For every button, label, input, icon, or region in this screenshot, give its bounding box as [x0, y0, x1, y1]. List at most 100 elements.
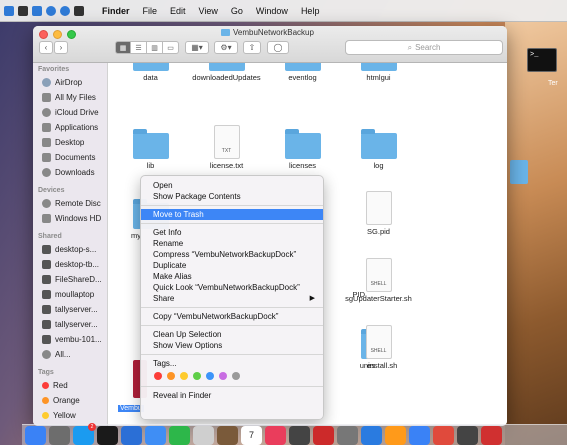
- sidebar-item-shared[interactable]: tallyserver...: [33, 317, 107, 332]
- back-button[interactable]: ‹: [39, 41, 53, 54]
- action-gear-button[interactable]: ⚙▾: [214, 41, 238, 54]
- app-store-icon[interactable]: 2: [73, 422, 96, 445]
- share-button[interactable]: ⇧: [243, 41, 261, 54]
- menu-item-tags[interactable]: Tags...: [141, 358, 323, 369]
- menu-item-rename[interactable]: Rename: [141, 238, 323, 249]
- sidebar-item-shared[interactable]: moullaptop: [33, 287, 107, 302]
- icon-view-button[interactable]: ▦: [115, 41, 131, 54]
- zoom-button[interactable]: [67, 30, 76, 39]
- blocked-app-icon[interactable]: [193, 425, 214, 445]
- sidebar-item-airdrop[interactable]: AirDrop: [33, 75, 107, 90]
- arrange-button[interactable]: ▦▾: [185, 41, 209, 54]
- file-item-downloaded-updates[interactable]: downloadedUpdates: [189, 63, 264, 83]
- launchpad-icon[interactable]: [49, 425, 70, 445]
- menu-item-move-to-trash[interactable]: Move to Trash: [141, 209, 323, 220]
- contacts-icon[interactable]: [217, 425, 238, 445]
- xcode-icon[interactable]: [409, 425, 430, 445]
- sidebar-item-shared[interactable]: tallyserver...: [33, 302, 107, 317]
- sidebar-tag-orange[interactable]: Orange: [33, 393, 107, 408]
- info-icon[interactable]: [46, 5, 56, 16]
- file-item-eventlog[interactable]: eventlog: [265, 63, 340, 83]
- sidebar-item-shared[interactable]: desktop-tb...: [33, 257, 107, 272]
- facetime-icon[interactable]: [169, 425, 190, 445]
- file-item-log[interactable]: log: [341, 129, 416, 171]
- app-icon[interactable]: [4, 5, 14, 16]
- menu-item-open[interactable]: Open: [141, 180, 323, 191]
- tags-button[interactable]: ◯: [267, 41, 289, 54]
- file-item-data[interactable]: data: [113, 63, 188, 83]
- tag-blue-button[interactable]: [206, 372, 214, 380]
- menu-item-duplicate[interactable]: Duplicate: [141, 260, 323, 271]
- column-view-button[interactable]: ▥: [147, 41, 163, 54]
- sidebar-item-desktop[interactable]: Desktop: [33, 135, 107, 150]
- sidebar-item-icloud[interactable]: iCloud Drive: [33, 105, 107, 120]
- activity-monitor-icon[interactable]: [97, 425, 118, 445]
- finder-icon[interactable]: [25, 425, 46, 445]
- menu-item-make-alias[interactable]: Make Alias: [141, 271, 323, 282]
- gallery-view-button[interactable]: ▭: [163, 41, 179, 54]
- app-icon[interactable]: [74, 5, 84, 16]
- tag-green-button[interactable]: [193, 372, 201, 380]
- sidebar-item-all-files[interactable]: All My Files: [33, 90, 107, 105]
- file-item-licenses[interactable]: licenses: [265, 129, 340, 171]
- search-input[interactable]: ⌕ Search: [345, 40, 503, 55]
- menu-item-compress[interactable]: Compress “VembuNetworkBackupDock”: [141, 249, 323, 260]
- tag-purple-button[interactable]: [219, 372, 227, 380]
- menu-view[interactable]: View: [199, 6, 218, 16]
- file-item-license[interactable]: TXT license.txt: [189, 125, 264, 171]
- tag-yellow-button[interactable]: [180, 372, 188, 380]
- menu-item-quick-look[interactable]: Quick Look “VembuNetworkBackupDock”: [141, 282, 323, 293]
- tag-orange-button[interactable]: [167, 372, 175, 380]
- music-icon[interactable]: [265, 425, 286, 445]
- app-icon[interactable]: [32, 5, 42, 16]
- menu-go[interactable]: Go: [231, 6, 243, 16]
- sidebar-item-documents[interactable]: Documents: [33, 150, 107, 165]
- file-item-sg-pid[interactable]: SG.pid: [341, 191, 416, 237]
- sidebar-item-shared[interactable]: vembu-101...: [33, 332, 107, 347]
- menu-window[interactable]: Window: [256, 6, 288, 16]
- chrome-icon[interactable]: [433, 425, 454, 445]
- photo-booth-icon[interactable]: [289, 425, 310, 445]
- menu-item-share[interactable]: Share ▶: [141, 293, 323, 304]
- sidebar-item-shared[interactable]: desktop-s...: [33, 242, 107, 257]
- sidebar-tag-yellow[interactable]: Yellow: [33, 408, 107, 423]
- tag-gray-button[interactable]: [232, 372, 240, 380]
- photos-icon[interactable]: [385, 425, 406, 445]
- menu-item-get-info[interactable]: Get Info: [141, 227, 323, 238]
- minimize-button[interactable]: [53, 30, 62, 39]
- menu-item-copy[interactable]: Copy “VembuNetworkBackupDock”: [141, 311, 323, 322]
- file-item-htmlgui[interactable]: htmlgui: [341, 63, 416, 83]
- sidebar-item-shared-all[interactable]: All...: [33, 347, 107, 362]
- app-icon[interactable]: [18, 5, 28, 16]
- sidebar-item-applications[interactable]: Applications: [33, 120, 107, 135]
- terminal-icon[interactable]: >_: [527, 48, 557, 72]
- menu-finder[interactable]: Finder: [102, 6, 130, 16]
- terminal-icon[interactable]: [457, 425, 478, 445]
- menu-help[interactable]: Help: [301, 6, 320, 16]
- app-icon[interactable]: [481, 425, 502, 445]
- list-view-button[interactable]: ☰: [131, 41, 147, 54]
- file-item-lib[interactable]: lib: [113, 129, 188, 171]
- menu-file[interactable]: File: [143, 6, 158, 16]
- file-item-uninstall[interactable]: SHELL uninstall.sh: [341, 325, 416, 371]
- system-preferences-icon[interactable]: [337, 425, 358, 445]
- sidebar-tag-red[interactable]: Red: [33, 378, 107, 393]
- desktop-folder-icon[interactable]: [510, 160, 528, 184]
- tag-red-button[interactable]: [154, 372, 162, 380]
- info-icon[interactable]: [60, 5, 70, 16]
- forward-button[interactable]: ›: [54, 41, 68, 54]
- sidebar-item-windows-hd[interactable]: Windows HD: [33, 211, 107, 226]
- menu-item-show-package[interactable]: Show Package Contents: [141, 191, 323, 202]
- sidebar-item-shared[interactable]: FileShareD...: [33, 272, 107, 287]
- file-item-sg-updater[interactable]: SHELL sgUpdaterStarter.sh: [341, 258, 416, 304]
- sidebar-item-downloads[interactable]: Downloads: [33, 165, 107, 180]
- calendar-icon[interactable]: 7: [241, 425, 262, 445]
- close-button[interactable]: [39, 30, 48, 39]
- app-icon[interactable]: [313, 425, 334, 445]
- menu-edit[interactable]: Edit: [170, 6, 186, 16]
- sidebar-item-remote-disc[interactable]: Remote Disc: [33, 196, 107, 211]
- menu-item-view-options[interactable]: Show View Options: [141, 340, 323, 351]
- safari-icon[interactable]: [145, 425, 166, 445]
- app-icon[interactable]: [121, 425, 142, 445]
- menu-item-reveal-in-finder[interactable]: Reveal in Finder: [141, 390, 323, 401]
